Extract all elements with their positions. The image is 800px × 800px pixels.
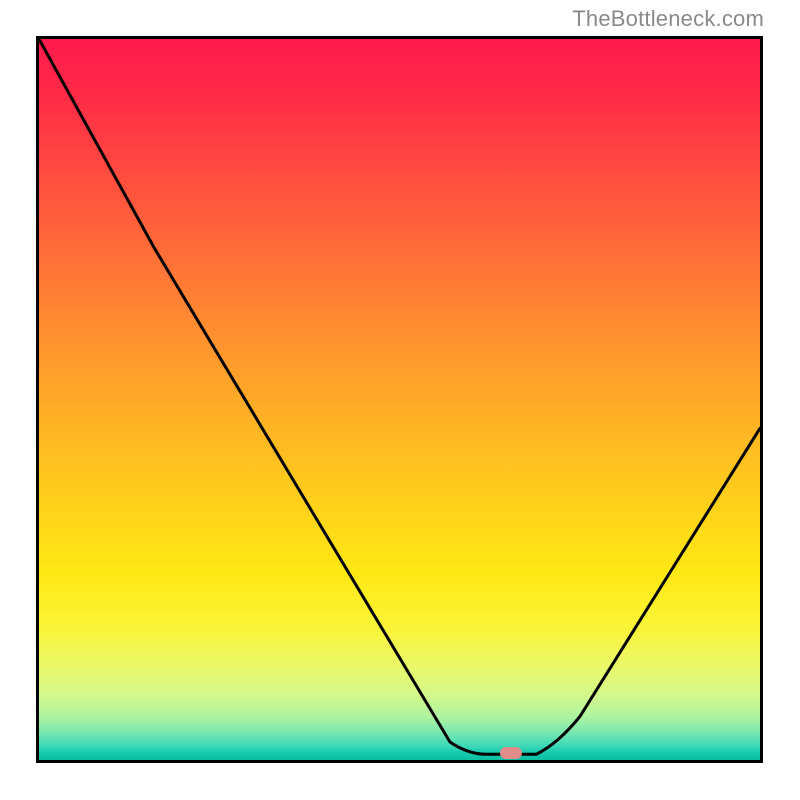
curve-minimum-marker xyxy=(500,747,522,759)
chart-curve xyxy=(39,39,760,760)
chart-frame xyxy=(36,36,763,763)
watermark-text: TheBottleneck.com xyxy=(572,6,764,32)
curve-path xyxy=(39,39,760,754)
